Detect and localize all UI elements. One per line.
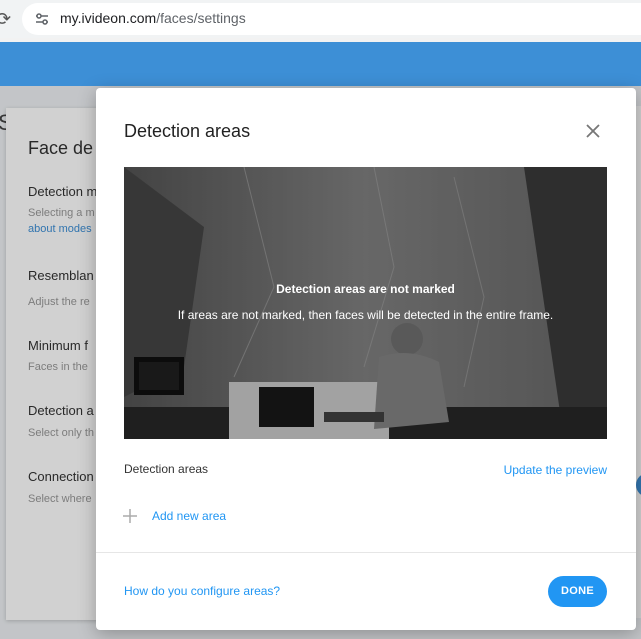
reload-icon[interactable]: ⟳	[0, 9, 11, 30]
close-icon[interactable]	[584, 122, 602, 140]
plus-icon	[123, 509, 137, 523]
camera-preview[interactable]: Detection areas are not marked If areas …	[124, 167, 607, 439]
detection-areas-label: Detection areas	[124, 462, 209, 476]
detection-areas-dialog: Detection areas Detection areas are not …	[96, 88, 636, 630]
url-path: /faces/settings	[156, 10, 246, 26]
url-text: my.ivideon.com/faces/settings	[60, 10, 246, 26]
no-areas-title: Detection areas are not marked	[276, 282, 455, 296]
no-areas-message: If areas are not marked, then faces will…	[177, 308, 554, 322]
app-header	[0, 42, 641, 86]
browser-toolbar: ⟳ my.ivideon.com/faces/settings	[0, 0, 641, 38]
address-bar[interactable]: my.ivideon.com/faces/settings	[22, 3, 641, 35]
update-preview-link[interactable]: Update the preview	[504, 463, 607, 477]
add-new-area-label: Add new area	[152, 509, 227, 523]
dialog-title: Detection areas	[124, 121, 251, 141]
done-button[interactable]: DONE	[548, 576, 607, 607]
tune-icon[interactable]	[34, 11, 50, 27]
preview-overlay	[124, 167, 607, 439]
footer-divider	[96, 552, 636, 553]
url-host: my.ivideon.com	[60, 10, 157, 26]
configure-areas-help-link[interactable]: How do you configure areas?	[124, 584, 280, 598]
